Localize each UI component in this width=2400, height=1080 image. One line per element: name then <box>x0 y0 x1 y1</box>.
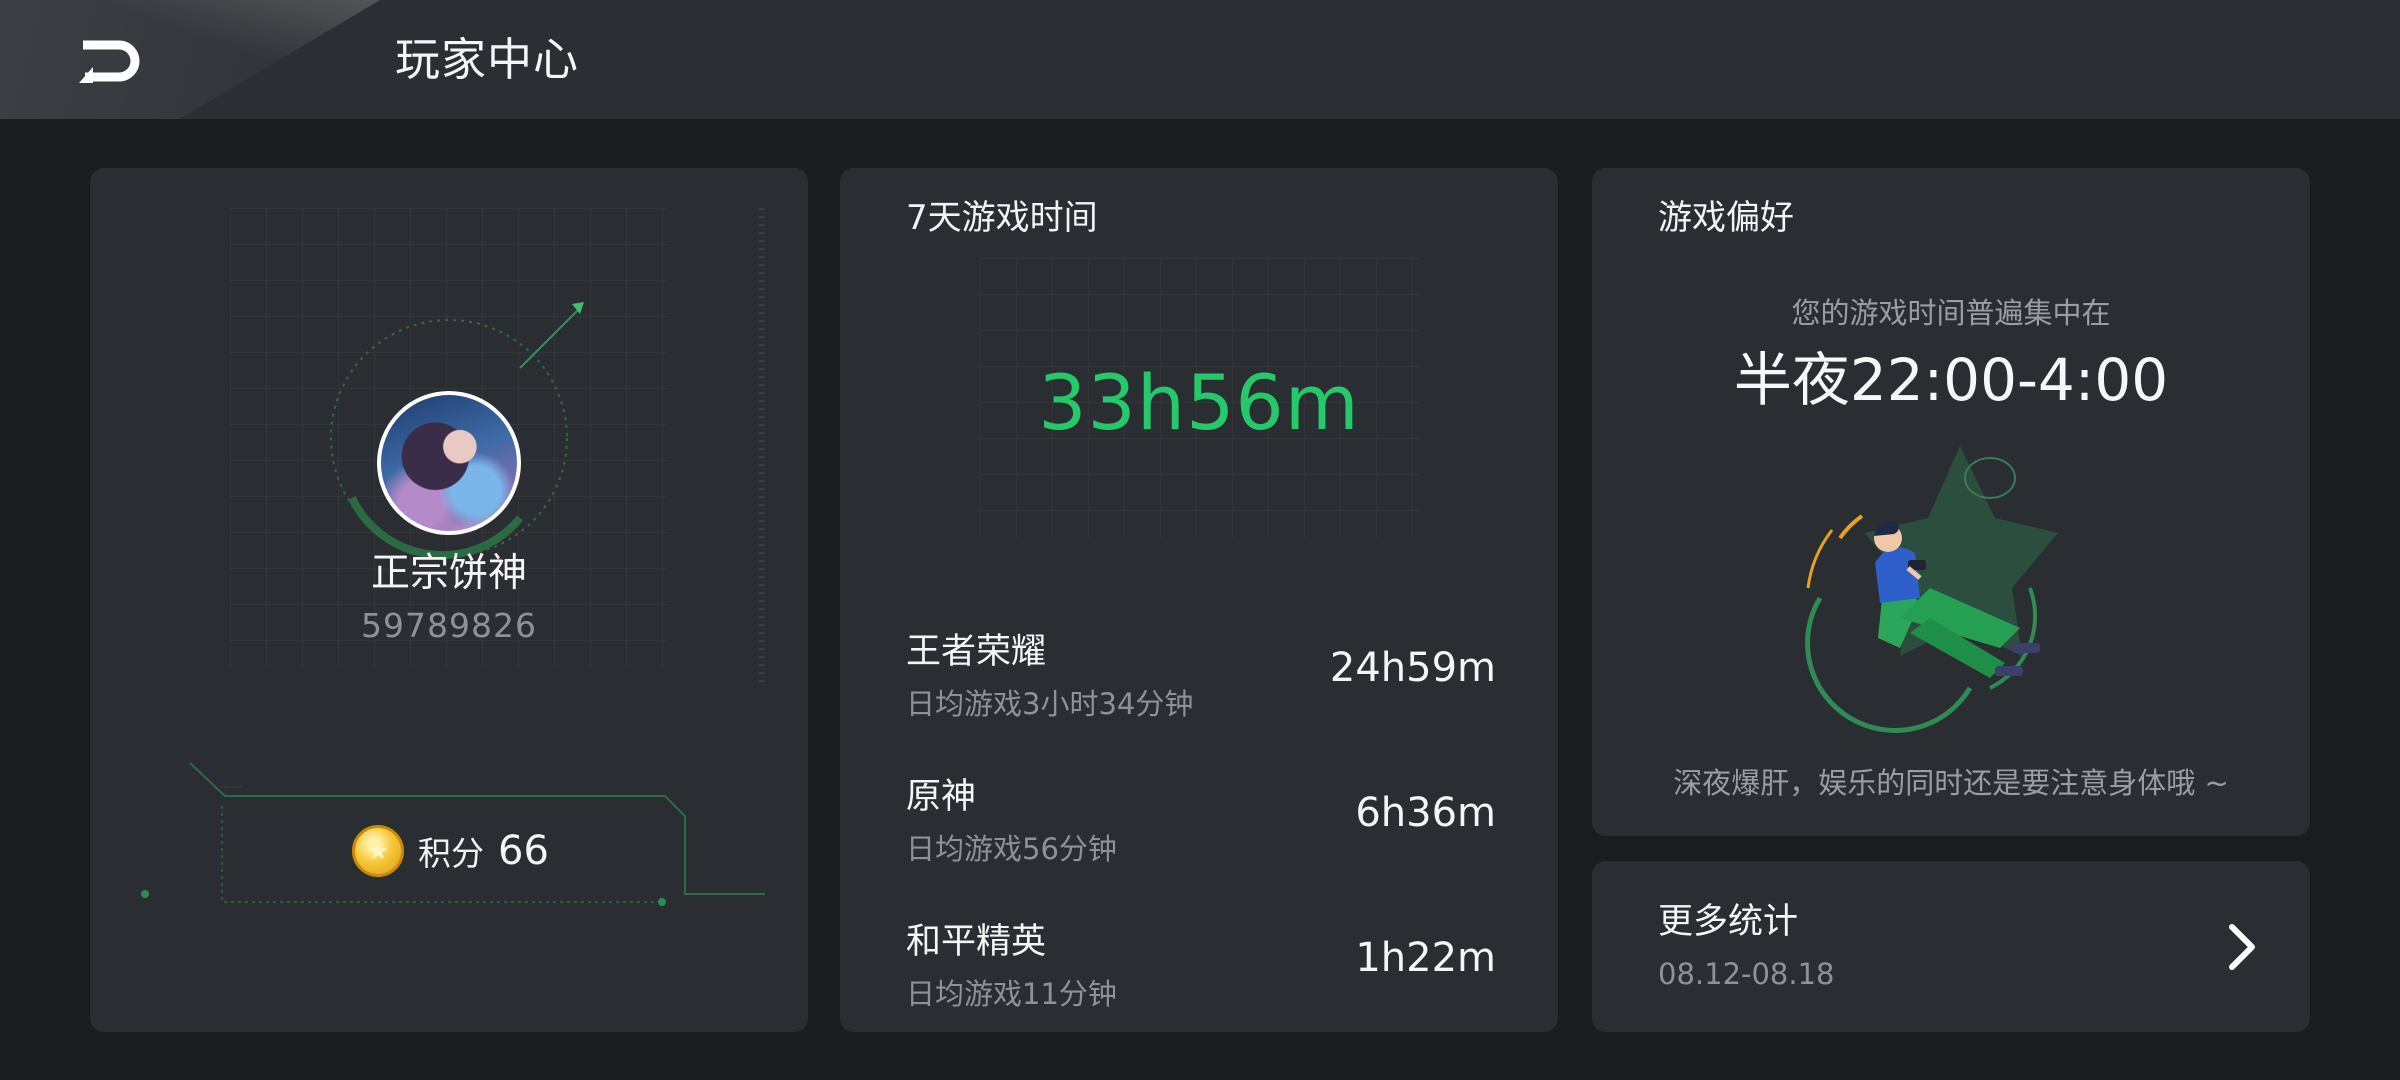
preference-time-range: 半夜22:00-4:00 <box>1733 346 2169 414</box>
preference-tip: 深夜爆肝，娱乐的同时还是要注意身体哦 ~ <box>1673 766 2229 800</box>
points-display[interactable]: ★ 积分 66 <box>352 821 549 881</box>
user-id: 59789826 <box>361 606 537 645</box>
total-playtime: 33h56m <box>1038 358 1360 447</box>
page-title: 玩家中心 <box>395 33 580 86</box>
more-stats-card[interactable]: 更多统计 08.12-08.18 <box>1592 861 2310 1032</box>
chevron-right-icon[interactable] <box>2224 921 2260 973</box>
game-row[interactable]: 王者荣耀 日均游戏3小时34分钟 24h59m <box>906 623 1496 733</box>
preference-subtitle: 您的游戏时间普遍集中在 <box>1791 296 2111 330</box>
game-daily-average: 日均游戏56分钟 <box>906 832 1117 866</box>
game-playtime: 6h36m <box>1355 790 1496 836</box>
playtime-card: 7天游戏时间 33h56m 王者荣耀 日均游戏3小时34分钟 24h59m 原神… <box>840 168 1558 1032</box>
game-row[interactable]: 和平精英 日均游戏11分钟 1h22m <box>906 913 1496 1023</box>
game-name: 和平精英 <box>906 922 1047 962</box>
points-label: 积分 <box>418 834 484 873</box>
profile-card: ········ 正宗饼神 59789826 ★ 积分 66 <box>90 168 808 1032</box>
back-arrow-icon[interactable] <box>75 31 155 87</box>
more-stats-title: 更多统计 <box>1658 902 1799 942</box>
game-daily-average: 日均游戏3小时34分钟 <box>906 687 1194 721</box>
preference-title: 游戏偏好 <box>1658 198 1794 238</box>
svg-text:········: ········ <box>220 783 243 793</box>
game-name: 王者荣耀 <box>906 632 1047 672</box>
game-daily-average: 日均游戏11分钟 <box>906 977 1117 1011</box>
game-row[interactable]: 原神 日均游戏56分钟 6h36m <box>906 768 1496 878</box>
nickname: 正宗饼神 <box>370 551 527 596</box>
points-value: 66 <box>498 828 549 874</box>
game-playtime: 24h59m <box>1329 645 1496 691</box>
avatar[interactable] <box>377 391 521 535</box>
more-stats-date-range: 08.12-08.18 <box>1658 957 1835 991</box>
star-coin-icon: ★ <box>352 825 404 877</box>
preference-card: 游戏偏好 您的游戏时间普遍集中在 半夜22:00-4:00 深夜爆肝，娱乐的同时… <box>1592 168 2310 836</box>
game-name: 原神 <box>906 777 977 817</box>
game-playtime: 1h22m <box>1355 935 1496 981</box>
playtime-title: 7天游戏时间 <box>906 198 1098 238</box>
profile-decoration: ········ <box>141 208 765 906</box>
back-button[interactable] <box>70 28 160 90</box>
top-bar: 玩家中心 <box>0 0 2400 119</box>
night-gamer-illustration <box>1805 446 2058 733</box>
back-area[interactable] <box>0 0 380 119</box>
